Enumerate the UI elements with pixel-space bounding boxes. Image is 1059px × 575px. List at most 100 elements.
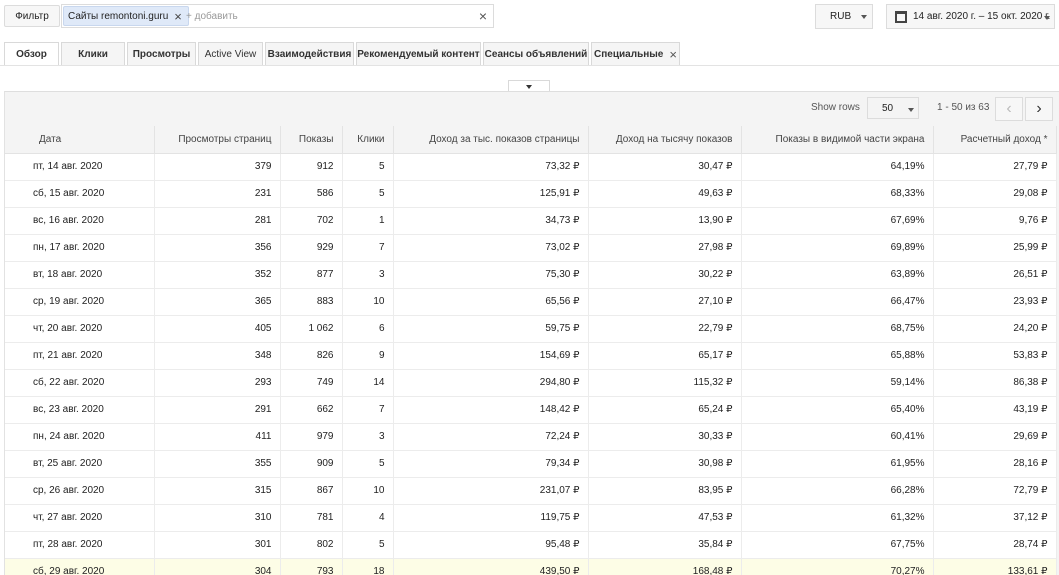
cell-date: чт, 20 авг. 2020 [5, 315, 155, 343]
cell-page-views: 365 [154, 288, 281, 316]
cell-clicks: 5 [342, 450, 394, 478]
tab-active-view[interactable]: Active View [198, 42, 263, 66]
cell-page-views: 352 [154, 261, 281, 289]
cell-page-rpm: 231,07 ₽ [393, 477, 589, 505]
tab-label: Просмотры [132, 48, 191, 60]
cell-impressions: 909 [280, 450, 343, 478]
tab-label: Клики [78, 48, 108, 60]
cell-impressions: 979 [280, 423, 343, 451]
column-header-clicks[interactable]: Клики [342, 126, 394, 154]
tab-interactions[interactable]: Взаимодействия [265, 42, 354, 66]
cell-impressions: 662 [280, 396, 343, 424]
table-row: сб, 22 авг. 2020 293 749 14 294,80 ₽115,32 ₽… [5, 369, 1057, 397]
table-row: пт, 14 авг. 2020 379 912 5 73,32 ₽30,47 ₽64,… [5, 153, 1057, 181]
cell-clicks: 7 [342, 396, 394, 424]
prev-page-button[interactable]: ‹ [995, 97, 1023, 121]
cell-estimated-earnings: 53,83 ₽ [933, 342, 1057, 370]
cell-estimated-earnings: 24,20 ₽ [933, 315, 1057, 343]
clear-filter-icon[interactable]: × [479, 8, 487, 24]
cell-impressions: 883 [280, 288, 343, 316]
filter-add-input[interactable]: + добавить [186, 11, 238, 22]
table-row: чт, 27 авг. 2020 310 781 4 119,75 ₽47,53 ₽61… [5, 504, 1057, 532]
cell-viewability: 61,95% [741, 450, 934, 478]
date-range-picker[interactable]: 14 авг. 2020 г. – 15 окт. 2020 г. [886, 4, 1055, 29]
cell-viewability: 65,40% [741, 396, 934, 424]
tab-label: Сеансы объявлений [484, 48, 588, 60]
tab-overview[interactable]: Обзор [4, 42, 59, 66]
cell-page-rpm: 439,50 ₽ [393, 558, 589, 575]
cell-date: вс, 23 авг. 2020 [5, 396, 155, 424]
tab-ad-sessions[interactable]: Сеансы объявлений [483, 42, 589, 66]
rows-per-page-select[interactable]: 50 [867, 97, 919, 119]
cell-impressions: 912 [280, 153, 343, 181]
filter-input-box[interactable]: Сайты remontoni.guru × + добавить × [61, 4, 494, 28]
cell-page-rpm: 65,56 ₽ [393, 288, 589, 316]
next-page-button[interactable]: › [1025, 97, 1053, 121]
report-table: Дата Просмотры страниц Показы Клики Дохо… [5, 126, 1057, 575]
cell-clicks: 3 [342, 423, 394, 451]
cell-viewability: 59,14% [741, 369, 934, 397]
caret-down-icon [526, 85, 532, 89]
column-header-page-views[interactable]: Просмотры страниц [154, 126, 281, 154]
chevron-left-icon: ‹ [1006, 100, 1012, 117]
column-header-page-rpm[interactable]: Доход за тыс. показов страницы [393, 126, 589, 154]
cell-viewability: 61,32% [741, 504, 934, 532]
cell-impression-rpm: 35,84 ₽ [588, 531, 742, 559]
cell-page-views: 405 [154, 315, 281, 343]
cell-date: пт, 28 авг. 2020 [5, 531, 155, 559]
cell-date: пт, 21 авг. 2020 [5, 342, 155, 370]
cell-estimated-earnings: 27,79 ₽ [933, 153, 1057, 181]
cell-estimated-earnings: 29,69 ₽ [933, 423, 1057, 451]
cell-estimated-earnings: 29,08 ₽ [933, 180, 1057, 208]
cell-page-rpm: 119,75 ₽ [393, 504, 589, 532]
column-header-viewability[interactable]: Показы в видимой части экрана [741, 126, 934, 154]
cell-estimated-earnings: 72,79 ₽ [933, 477, 1057, 505]
cell-date: пн, 17 авг. 2020 [5, 234, 155, 262]
table-row: сб, 15 авг. 2020 231 586 5 125,91 ₽49,63 ₽68… [5, 180, 1057, 208]
cell-clicks: 4 [342, 504, 394, 532]
column-header-impressions[interactable]: Показы [280, 126, 343, 154]
show-rows-label: Show rows [811, 102, 860, 113]
cell-page-rpm: 125,91 ₽ [393, 180, 589, 208]
cell-clicks: 18 [342, 558, 394, 575]
cell-estimated-earnings: 28,16 ₽ [933, 450, 1057, 478]
table-row: чт, 20 авг. 2020 405 1 062 6 59,75 ₽22,79 ₽6… [5, 315, 1057, 343]
currency-select[interactable]: RUB [815, 4, 873, 29]
cell-page-rpm: 148,42 ₽ [393, 396, 589, 424]
cell-page-rpm: 72,24 ₽ [393, 423, 589, 451]
cell-impression-rpm: 49,63 ₽ [588, 180, 742, 208]
cell-impressions: 867 [280, 477, 343, 505]
cell-viewability: 67,75% [741, 531, 934, 559]
cell-viewability: 67,69% [741, 207, 934, 235]
table-row: вс, 16 авг. 2020 281 702 1 34,73 ₽13,90 ₽67,… [5, 207, 1057, 235]
date-range-value: 14 авг. 2020 г. – 15 окт. 2020 г. [913, 11, 1051, 22]
cell-estimated-earnings: 86,38 ₽ [933, 369, 1057, 397]
cell-impressions: 586 [280, 180, 343, 208]
chevron-down-icon [861, 15, 867, 19]
rows-per-page-value: 50 [882, 102, 894, 114]
column-header-impression-rpm[interactable]: Доход на тысячу показов [588, 126, 742, 154]
cell-impressions: 929 [280, 234, 343, 262]
tab-recommended-content[interactable]: Рекомендуемый контент [356, 42, 481, 66]
cell-viewability: 70,27% [741, 558, 934, 575]
cell-estimated-earnings: 43,19 ₽ [933, 396, 1057, 424]
tab-clicks[interactable]: Клики [61, 42, 125, 66]
tab-custom[interactable]: Специальные × [591, 42, 680, 66]
column-header-date[interactable]: Дата [5, 126, 155, 154]
cell-impressions: 781 [280, 504, 343, 532]
cell-impression-rpm: 65,24 ₽ [588, 396, 742, 424]
cell-clicks: 9 [342, 342, 394, 370]
chip-close-icon[interactable]: × [174, 10, 182, 23]
table-row: ср, 26 авг. 2020 315 867 10 231,07 ₽83,95 ₽6… [5, 477, 1057, 505]
cell-date: пн, 24 авг. 2020 [5, 423, 155, 451]
cell-impressions: 877 [280, 261, 343, 289]
pager-range: 1 - 50 из 63 [937, 102, 990, 113]
cell-clicks: 14 [342, 369, 394, 397]
column-header-estimated-earnings[interactable]: Расчетный доход * [933, 126, 1057, 154]
filter-button[interactable]: Фильтр [4, 5, 60, 27]
tab-views[interactable]: Просмотры [127, 42, 196, 66]
table-header-row: Дата Просмотры страниц Показы Клики Дохо… [5, 126, 1057, 154]
report-tabs: Обзор Клики Просмотры Active View Взаимо… [4, 42, 682, 66]
cell-page-views: 293 [154, 369, 281, 397]
tab-close-icon[interactable]: × [669, 47, 677, 62]
